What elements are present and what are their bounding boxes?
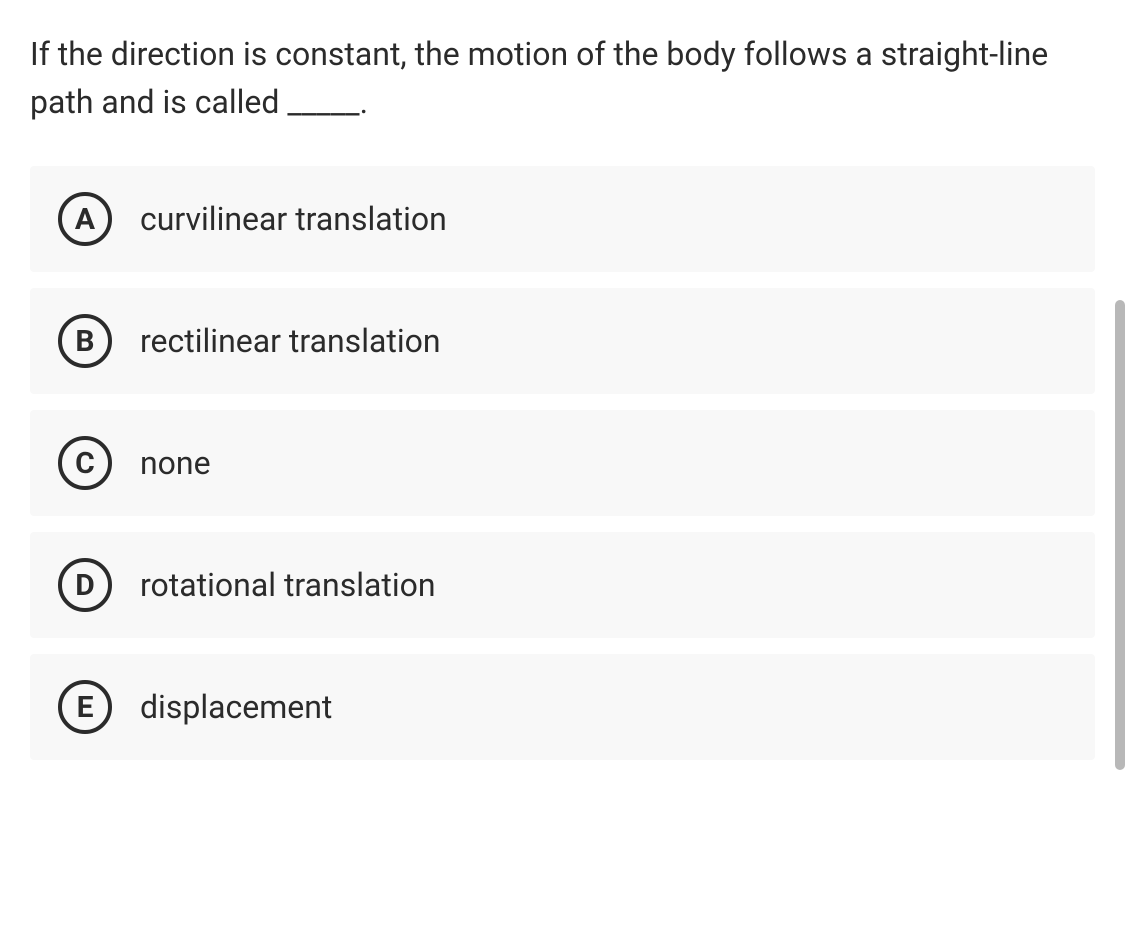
- option-letter-e: E: [58, 680, 112, 734]
- option-c[interactable]: C none: [30, 410, 1095, 516]
- option-letter-a: A: [58, 192, 112, 246]
- option-letter-d: D: [58, 558, 112, 612]
- option-letter-b: B: [58, 314, 112, 368]
- option-text-d: rotational translation: [140, 566, 436, 604]
- option-d[interactable]: D rotational translation: [30, 532, 1095, 638]
- option-e[interactable]: E displacement: [30, 654, 1095, 760]
- question-text: If the direction is constant, the motion…: [30, 30, 1095, 126]
- option-a[interactable]: A curvilinear translation: [30, 166, 1095, 272]
- option-text-b: rectilinear translation: [140, 322, 441, 360]
- scrollbar[interactable]: [1115, 300, 1125, 770]
- option-letter-c: C: [58, 436, 112, 490]
- option-b[interactable]: B rectilinear translation: [30, 288, 1095, 394]
- option-text-c: none: [140, 444, 211, 482]
- option-text-a: curvilinear translation: [140, 200, 447, 238]
- options-list: A curvilinear translation B rectilinear …: [30, 166, 1095, 760]
- option-text-e: displacement: [140, 688, 332, 726]
